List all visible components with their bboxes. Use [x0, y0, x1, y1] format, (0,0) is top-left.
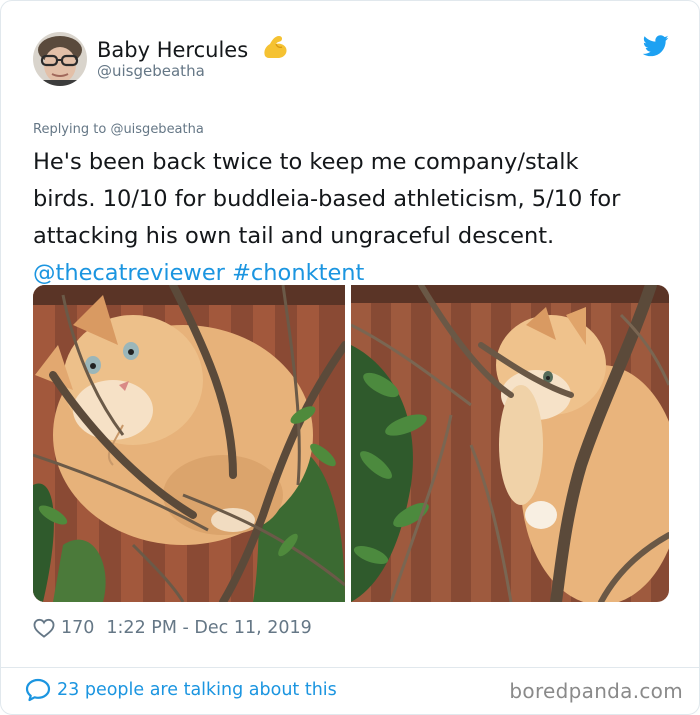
tweet-meta: 170 1:22 PM - Dec 11, 2019 — [33, 615, 312, 641]
mention-link[interactable]: @thecatreviewer — [33, 260, 225, 286]
hashtag-link[interactable]: #chonktent — [232, 260, 364, 286]
replying-to-line: Replying to @uisgebeatha — [33, 122, 204, 137]
conversation-link[interactable]: 23 people are talking about this — [25, 678, 337, 702]
author-name-row[interactable]: Baby Hercules — [97, 34, 289, 65]
footer-divider — [1, 667, 700, 668]
author-handle[interactable]: @uisgebeatha — [97, 62, 205, 80]
conversation-count-text[interactable]: 23 people are talking about this — [57, 680, 337, 700]
avatar[interactable] — [33, 32, 87, 86]
boredpanda-watermark: boredpanda.com — [509, 679, 683, 703]
flexed-biceps-emoji-icon — [261, 34, 289, 65]
twitter-bird-icon[interactable] — [642, 35, 669, 57]
tweet-text-line: He's been back twice to keep me company/… — [33, 149, 579, 175]
speech-bubble-icon — [25, 678, 51, 702]
tweet-body: He's been back twice to keep me company/… — [33, 144, 683, 292]
tweet-card: Baby Hercules @uisgebeatha Replying to @… — [0, 0, 700, 715]
tweet-text-line: attacking his own tail and ungraceful de… — [33, 223, 555, 249]
replying-to-prefix: Replying to — [33, 122, 107, 137]
tweet-date[interactable]: Dec 11, 2019 — [194, 618, 311, 638]
tweet-photo-2[interactable] — [351, 285, 669, 602]
tweet-photo-1[interactable] — [33, 285, 345, 602]
author-display-name[interactable]: Baby Hercules — [97, 38, 248, 62]
like-count[interactable]: 170 — [61, 618, 94, 638]
replying-to-handle[interactable]: @uisgebeatha — [110, 122, 203, 137]
heart-icon[interactable] — [33, 618, 55, 638]
tweet-text-line: birds. 10/10 for buddleia-based athletic… — [33, 186, 621, 212]
tweet-time[interactable]: 1:22 PM — [106, 618, 177, 638]
